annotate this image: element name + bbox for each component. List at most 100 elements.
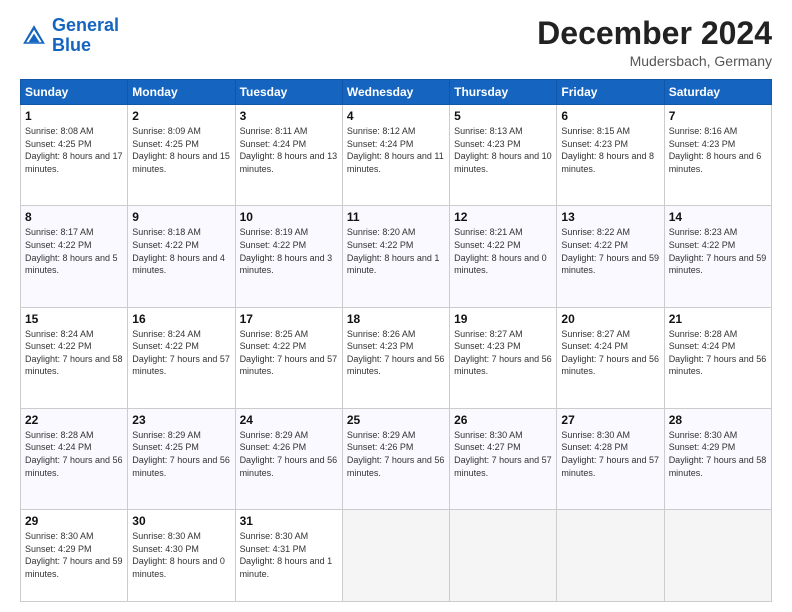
location: Mudersbach, Germany	[537, 53, 772, 69]
day-info: Sunrise: 8:27 AMSunset: 4:24 PMDaylight:…	[561, 328, 659, 378]
daylight-label: Daylight: 7 hours and 57 minutes.	[132, 354, 230, 377]
daylight-label: Daylight: 8 hours and 10 minutes.	[454, 151, 552, 174]
col-monday: Monday	[128, 80, 235, 105]
day-number: 18	[347, 312, 445, 326]
table-row: 22 Sunrise: 8:28 AMSunset: 4:24 PMDayligh…	[21, 408, 128, 509]
sunset-label: Sunset: 4:22 PM	[25, 341, 92, 351]
daylight-label: Daylight: 7 hours and 56 minutes.	[561, 354, 659, 377]
daylight-label: Daylight: 7 hours and 56 minutes.	[240, 455, 338, 478]
sunrise-label: Sunrise: 8:30 AM	[132, 531, 201, 541]
day-number: 8	[25, 210, 123, 224]
sunset-label: Sunset: 4:22 PM	[347, 240, 414, 250]
calendar-week-row: 15Sunrise: 8:24 AMSunset: 4:22 PMDayligh…	[21, 307, 772, 408]
daylight-label: Daylight: 7 hours and 58 minutes.	[669, 455, 767, 478]
sunset-label: Sunset: 4:23 PM	[454, 341, 521, 351]
daylight-label: Daylight: 7 hours and 56 minutes.	[347, 354, 445, 377]
day-info: Sunrise: 8:25 AMSunset: 4:22 PMDaylight:…	[240, 328, 338, 378]
sunset-label: Sunset: 4:24 PM	[347, 139, 414, 149]
day-info: Sunrise: 8:09 AM Sunset: 4:25 PM Daylight:…	[132, 125, 230, 175]
sunset-label: Sunset: 4:28 PM	[561, 442, 628, 452]
daylight-label: Daylight: 8 hours and 6 minutes.	[669, 151, 762, 174]
day-number: 5	[454, 109, 552, 123]
table-row: 24Sunrise: 8:29 AMSunset: 4:26 PMDayligh…	[235, 408, 342, 509]
sunset-label: Sunset: 4:22 PM	[132, 341, 199, 351]
sunset-label: Sunset: 4:30 PM	[132, 544, 199, 554]
day-number: 29	[25, 514, 123, 528]
day-info: Sunrise: 8:19 AMSunset: 4:22 PMDaylight:…	[240, 226, 338, 276]
day-info: Sunrise: 8:30 AMSunset: 4:28 PMDaylight:…	[561, 429, 659, 479]
day-info: Sunrise: 8:29 AMSunset: 4:26 PMDaylight:…	[347, 429, 445, 479]
col-friday: Friday	[557, 80, 664, 105]
sunset-label: Sunset: 4:22 PM	[240, 341, 307, 351]
sunset-label: Sunset: 4:29 PM	[25, 544, 92, 554]
sunrise-label: Sunrise: 8:24 AM	[25, 329, 94, 339]
sunrise-label: Sunrise: 8:17 AM	[25, 227, 94, 237]
table-row: 28Sunrise: 8:30 AMSunset: 4:29 PMDayligh…	[664, 408, 771, 509]
table-row: 31Sunrise: 8:30 AMSunset: 4:31 PMDayligh…	[235, 509, 342, 601]
day-info: Sunrise: 8:22 AMSunset: 4:22 PMDaylight:…	[561, 226, 659, 276]
daylight-label: Daylight: 8 hours and 1 minute.	[347, 253, 440, 276]
table-row: 17Sunrise: 8:25 AMSunset: 4:22 PMDayligh…	[235, 307, 342, 408]
table-row: 25 Sunrise: 8:29 AMSunset: 4:26 PMDayligh…	[342, 408, 449, 509]
daylight-label: Daylight: 8 hours and 17 minutes.	[25, 151, 123, 174]
col-thursday: Thursday	[450, 80, 557, 105]
sunset-label: Sunset: 4:25 PM	[132, 442, 199, 452]
calendar-table: Sunday Monday Tuesday Wednesday Thursday…	[20, 79, 772, 602]
day-number: 25	[347, 413, 445, 427]
col-sunday: Sunday	[21, 80, 128, 105]
sunrise-label: Sunrise: 8:11 AM	[240, 126, 308, 136]
day-info: Sunrise: 8:28 AMSunset: 4:24 PMDaylight:…	[25, 429, 123, 479]
sunset-label: Sunset: 4:31 PM	[240, 544, 307, 554]
sunrise-label: Sunrise: 8:27 AM	[561, 329, 630, 339]
daylight-label: Daylight: 7 hours and 59 minutes.	[561, 253, 659, 276]
table-row: 30Sunrise: 8:30 AMSunset: 4:30 PMDayligh…	[128, 509, 235, 601]
day-info: Sunrise: 8:15 AMSunset: 4:23 PMDaylight:…	[561, 125, 659, 175]
sunset-label: Sunset: 4:29 PM	[669, 442, 736, 452]
sunset-label: Sunset: 4:24 PM	[240, 139, 307, 149]
table-row: 7Sunrise: 8:16 AMSunset: 4:23 PMDaylight…	[664, 105, 771, 206]
table-row: 1 Sunrise: 8:08 AM Sunset: 4:25 PM Daylight…	[21, 105, 128, 206]
sunset-label: Sunset: 4:27 PM	[454, 442, 521, 452]
sunset-label: Sunset: 4:22 PM	[132, 240, 199, 250]
table-row: 8Sunrise: 8:17 AMSunset: 4:22 PMDaylight…	[21, 206, 128, 307]
daylight-label: Daylight: 7 hours and 57 minutes.	[454, 455, 552, 478]
sunset-label: Sunset: 4:25 PM	[25, 139, 92, 149]
table-row	[450, 509, 557, 601]
day-number: 10	[240, 210, 338, 224]
sunrise-label: Sunrise: 8:15 AM	[561, 126, 630, 136]
day-number: 26	[454, 413, 552, 427]
table-row: 9Sunrise: 8:18 AMSunset: 4:22 PMDaylight…	[128, 206, 235, 307]
daylight-label: Daylight: 7 hours and 56 minutes.	[347, 455, 445, 478]
daylight-label: Daylight: 8 hours and 5 minutes.	[25, 253, 118, 276]
day-number: 1	[25, 109, 123, 123]
sunset-label: Sunset: 4:23 PM	[669, 139, 736, 149]
day-info: Sunrise: 8:26 AMSunset: 4:23 PMDaylight:…	[347, 328, 445, 378]
table-row	[557, 509, 664, 601]
day-number: 20	[561, 312, 659, 326]
table-row: 20 Sunrise: 8:27 AMSunset: 4:24 PMDayligh…	[557, 307, 664, 408]
logo-text: General Blue	[52, 16, 119, 56]
daylight-label: Daylight: 8 hours and 15 minutes.	[132, 151, 230, 174]
day-info: Sunrise: 8:20 AMSunset: 4:22 PMDaylight:…	[347, 226, 445, 276]
day-number: 22	[25, 413, 123, 427]
sunset-label: Sunset: 4:22 PM	[561, 240, 628, 250]
day-info: Sunrise: 8:13 AMSunset: 4:23 PMDaylight:…	[454, 125, 552, 175]
sunset-label: Sunset: 4:25 PM	[132, 139, 199, 149]
day-number: 30	[132, 514, 230, 528]
sunrise-label: Sunrise: 8:26 AM	[347, 329, 416, 339]
table-row: 11Sunrise: 8:20 AMSunset: 4:22 PMDayligh…	[342, 206, 449, 307]
day-number: 14	[669, 210, 767, 224]
table-row	[342, 509, 449, 601]
day-number: 3	[240, 109, 338, 123]
sunrise-label: Sunrise: 8:08 AM	[25, 126, 94, 136]
sunset-label: Sunset: 4:23 PM	[561, 139, 628, 149]
sunrise-label: Sunrise: 8:28 AM	[669, 329, 738, 339]
sunrise-label: Sunrise: 8:29 AM	[240, 430, 309, 440]
day-info: Sunrise: 8:24 AMSunset: 4:22 PMDaylight:…	[25, 328, 123, 378]
day-number: 27	[561, 413, 659, 427]
day-info: Sunrise: 8:27 AMSunset: 4:23 PMDaylight:…	[454, 328, 552, 378]
day-number: 12	[454, 210, 552, 224]
logo-icon	[20, 22, 48, 50]
sunrise-label: Sunrise: 8:09 AM	[132, 126, 201, 136]
sunrise-label: Sunrise: 8:23 AM	[669, 227, 738, 237]
